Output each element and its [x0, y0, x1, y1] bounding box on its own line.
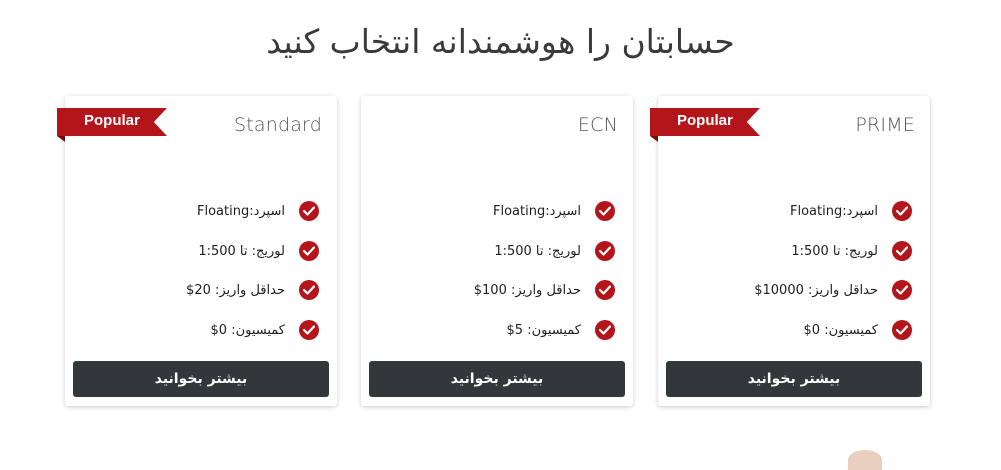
- account-name: ECN: [577, 114, 618, 136]
- check-icon: [892, 240, 912, 261]
- feature-text: حداقل واریز: 100$: [473, 283, 581, 299]
- feature-text: حداقل واریز: 20$: [186, 283, 285, 299]
- feature-list: اسپرد:Floating لوریج: تا 1:500 حداقل وار…: [79, 192, 319, 350]
- feature-item: لوریج: تا 1:500: [79, 232, 319, 272]
- check-icon: [299, 240, 319, 261]
- page-title: حسابتان را هوشمندانه انتخاب کنید: [266, 22, 735, 61]
- check-icon: [595, 319, 615, 340]
- popular-ribbon: Popular: [57, 108, 167, 136]
- account-card-standard: Popular Standard اسپرد:Floating لوریج: ت…: [57, 96, 337, 406]
- check-icon: [595, 201, 615, 221]
- account-card-prime: Popular PRIME اسپرد:Floating لوریج: تا 1…: [650, 96, 930, 406]
- check-icon: [892, 319, 912, 340]
- account-name: Standard: [233, 114, 322, 136]
- feature-text: لوریج: تا 1:500: [791, 243, 878, 259]
- feature-list: اسپرد:Floating لوریج: تا 1:500 حداقل وار…: [672, 192, 912, 350]
- mascot-image: [848, 450, 882, 470]
- check-icon: [299, 280, 319, 300]
- feature-text: لوریج: تا 1:500: [494, 243, 581, 259]
- feature-item: کمیسیون: 5$: [375, 311, 615, 351]
- ribbon-fold: [650, 136, 658, 142]
- feature-item: اسپرد:Floating: [79, 192, 319, 232]
- feature-item: اسپرد:Floating: [672, 192, 912, 232]
- feature-item: لوریج: تا 1:500: [672, 232, 912, 272]
- feature-item: حداقل واریز: 10000$: [672, 271, 912, 311]
- check-icon: [892, 201, 912, 221]
- feature-item: لوریج: تا 1:500: [375, 232, 615, 272]
- read-more-button[interactable]: بیشتر بخوانید: [369, 361, 625, 397]
- feature-list: اسپرد:Floating لوریج: تا 1:500 حداقل وار…: [375, 192, 615, 350]
- feature-text: کمیسیون: 0$: [803, 322, 879, 338]
- account-card-ecn: ECN اسپرد:Floating لوریج: تا 1:500 حداقل…: [361, 96, 633, 406]
- account-name: PRIME: [855, 114, 915, 136]
- feature-text: اسپرد:Floating: [493, 204, 581, 220]
- ribbon-fold: [57, 136, 65, 142]
- check-icon: [595, 280, 615, 300]
- check-icon: [299, 319, 319, 340]
- check-icon: [892, 280, 912, 300]
- feature-item: حداقل واریز: 100$: [375, 271, 615, 311]
- feature-text: اسپرد:Floating: [197, 204, 285, 220]
- feature-text: اسپرد:Floating: [790, 204, 878, 220]
- feature-text: کمیسیون: 5$: [506, 322, 582, 338]
- feature-text: حداقل واریز: 10000$: [754, 283, 878, 299]
- read-more-button[interactable]: بیشتر بخوانید: [73, 361, 329, 397]
- feature-item: کمیسیون: 0$: [672, 311, 912, 351]
- read-more-button[interactable]: بیشتر بخوانید: [666, 361, 922, 397]
- feature-text: لوریج: تا 1:500: [198, 243, 285, 259]
- feature-item: اسپرد:Floating: [375, 192, 615, 232]
- check-icon: [595, 240, 615, 261]
- feature-text: کمیسیون: 0$: [210, 322, 286, 338]
- popular-ribbon: Popular: [650, 108, 760, 136]
- feature-item: کمیسیون: 0$: [79, 311, 319, 351]
- check-icon: [299, 201, 319, 221]
- feature-item: حداقل واریز: 20$: [79, 271, 319, 311]
